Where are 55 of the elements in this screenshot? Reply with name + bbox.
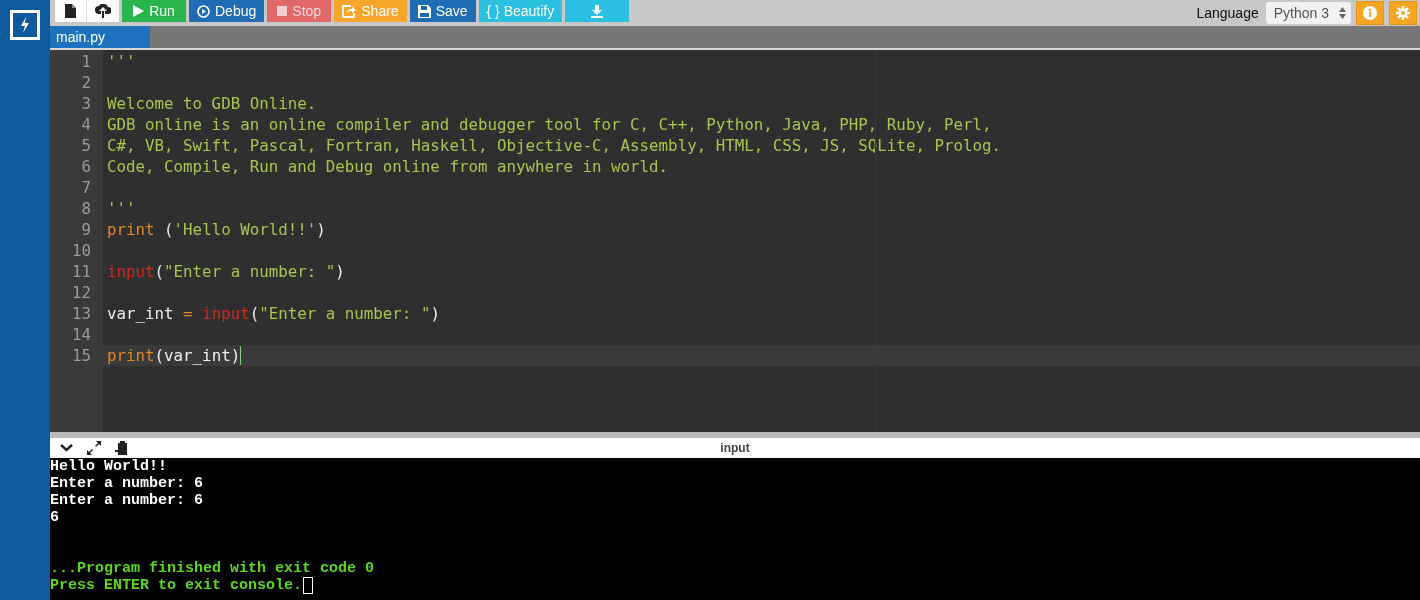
clipboard-icon[interactable] [115,441,127,455]
up-down-arrows-icon [1339,7,1346,19]
download-icon [591,4,604,18]
line-number: 10 [70,241,92,260]
line-number: 1 [80,52,92,71]
line-number: 15 [70,346,92,365]
circle-play-icon [197,4,210,18]
line-number: 8 [80,199,92,218]
cloud-upload-icon [95,4,111,18]
console-line: 6 [50,509,60,526]
share-icon [342,4,357,18]
console-status-line: ...Program finished with exit code 0 [50,560,375,577]
line-number: 2 [80,73,92,92]
debug-button[interactable]: Debug [189,0,265,22]
file-icon [65,4,76,18]
line-number: 7 [80,178,92,197]
line-number: 11 [70,262,92,281]
code-line: print ('Hello World!!') [107,220,326,239]
code-line: input("Enter a number: ") [107,262,345,281]
code-line: C#, VB, Swift, Pascal, Fortran, Haskell, Objective-C, Assembly, HTML, CSS, JS, SQLite, Prolog. [107,136,1001,155]
console-line: Hello World!! [50,458,169,475]
code-line: ''' [107,52,136,71]
line-number: 14 [70,325,92,344]
run-button[interactable]: Run [122,0,186,22]
new-file-button[interactable] [55,0,87,22]
square-icon [277,6,288,16]
line-number: 4 [80,115,92,134]
chevron-down-icon[interactable] [60,444,73,452]
line-number: 5 [80,136,92,155]
gear-icon [1396,6,1410,20]
language-select[interactable]: Python 3 [1265,2,1351,24]
code-line: ''' [107,199,136,218]
file-tab[interactable]: main.py [50,26,150,48]
console-line: Enter a number: 6 [50,475,205,492]
line-number: 12 [70,283,92,302]
code-line: GDB online is an online compiler and debugger tool for C, C++, Python, Java, PHP, Ruby, Perl, [107,115,992,134]
play-icon [133,5,145,17]
code-editor[interactable] [50,50,1420,432]
upload-button[interactable] [87,0,119,22]
code-line: var_int = input("Enter a number: ") [107,304,440,323]
console-line: Enter a number: 6 [50,492,205,509]
code-line: Welcome to GDB Online. [107,94,317,113]
line-number: 6 [80,157,92,176]
info-icon [1363,6,1377,20]
save-button[interactable]: Save [409,0,476,22]
console-status-line: Press ENTER to exit console. [50,577,303,594]
line-number: 9 [80,220,92,239]
language-label: Language [1196,5,1259,21]
line-number: 13 [70,304,92,323]
lightning-logo-icon[interactable] [10,10,40,40]
code-line: print(var_int) [107,346,242,365]
console-title: input [720,441,750,455]
code-line: Code, Compile, Run and Debug online from anywhere in world. [107,157,669,176]
line-number: 3 [80,94,92,113]
expand-icon[interactable] [87,441,101,455]
